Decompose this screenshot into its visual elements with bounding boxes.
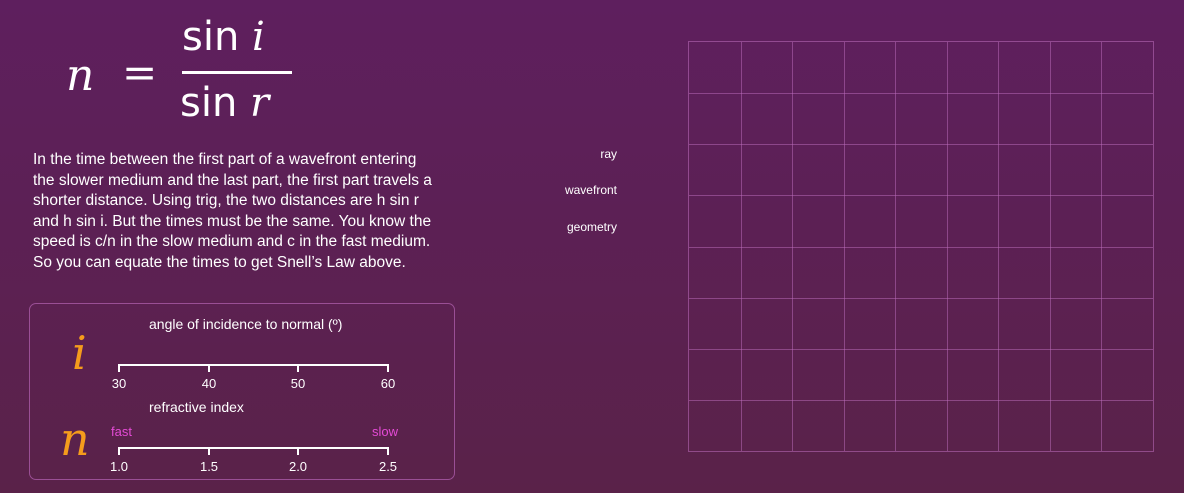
eq-n: n bbox=[66, 50, 95, 101]
grid-line-horizontal bbox=[689, 195, 1153, 197]
tick-label: 60 bbox=[380, 376, 396, 391]
snells-law-equation: n = sin i sin r bbox=[62, 10, 302, 130]
tick-label: 40 bbox=[201, 376, 217, 391]
eq-den-fn: sin bbox=[180, 80, 238, 126]
eq-num-fn: sin bbox=[182, 14, 240, 60]
grid-line-horizontal bbox=[689, 93, 1153, 95]
eq-denominator: sin r bbox=[180, 80, 269, 126]
explanation-line: shorter distance. Using trig, the two di… bbox=[33, 192, 419, 209]
eq-numerator: sin i bbox=[182, 14, 265, 60]
tick bbox=[208, 447, 210, 455]
index-label: refractive index bbox=[149, 399, 244, 415]
tick-label: 50 bbox=[290, 376, 306, 391]
tick bbox=[208, 364, 210, 372]
angle-label: angle of incidence to normal (º) bbox=[149, 316, 343, 332]
tick-label: 1.0 bbox=[109, 459, 129, 474]
grid-line-horizontal bbox=[689, 297, 1153, 299]
grid-line-horizontal bbox=[689, 144, 1153, 146]
eq-den-var: r bbox=[250, 80, 270, 126]
diagram-grid bbox=[688, 41, 1154, 452]
grid-line-horizontal bbox=[689, 246, 1153, 248]
angle-slider[interactable]: 30 40 50 60 bbox=[112, 364, 395, 391]
tick bbox=[297, 364, 299, 372]
tick bbox=[118, 447, 120, 455]
fast-label: fast bbox=[111, 424, 132, 439]
tick bbox=[387, 364, 389, 372]
explanation-line: So you can equate the times to get Snell… bbox=[33, 253, 406, 271]
slow-label: slow bbox=[372, 424, 399, 439]
grid-line-horizontal bbox=[689, 399, 1153, 401]
tick bbox=[297, 447, 299, 455]
explanation-line: speed is c/n in the slow medium and c in… bbox=[33, 233, 431, 250]
angle-symbol: i bbox=[72, 326, 87, 380]
tick-label: 30 bbox=[111, 376, 127, 391]
tick bbox=[118, 364, 120, 372]
tick-label: 2.0 bbox=[288, 459, 308, 474]
index-symbol: n bbox=[60, 412, 90, 466]
tick bbox=[387, 447, 389, 455]
explanation-line: and h sin i. But the times must be the s… bbox=[33, 212, 432, 230]
geometry-toggle[interactable]: geometry bbox=[567, 220, 617, 234]
wavefront-toggle[interactable]: wavefront bbox=[565, 183, 617, 197]
ray-toggle[interactable]: ray bbox=[600, 147, 617, 161]
tick-label: 2.5 bbox=[378, 459, 398, 474]
eq-num-var: i bbox=[252, 14, 265, 60]
fraction-bar bbox=[182, 71, 292, 74]
explanation-text: In the time between the first part of a … bbox=[33, 150, 493, 273]
tick-label: 1.5 bbox=[199, 459, 219, 474]
grid-line-horizontal bbox=[689, 348, 1153, 350]
explanation-line: the slower medium and the last part, the… bbox=[33, 171, 432, 189]
eq-equals: = bbox=[122, 48, 158, 97]
explanation-line: In the time between the first part of a … bbox=[33, 151, 417, 168]
index-slider[interactable]: 1.0 1.5 2.0 2.5 bbox=[110, 447, 397, 474]
controls-panel: angle of incidence to normal (º) i 30 40… bbox=[29, 303, 455, 480]
